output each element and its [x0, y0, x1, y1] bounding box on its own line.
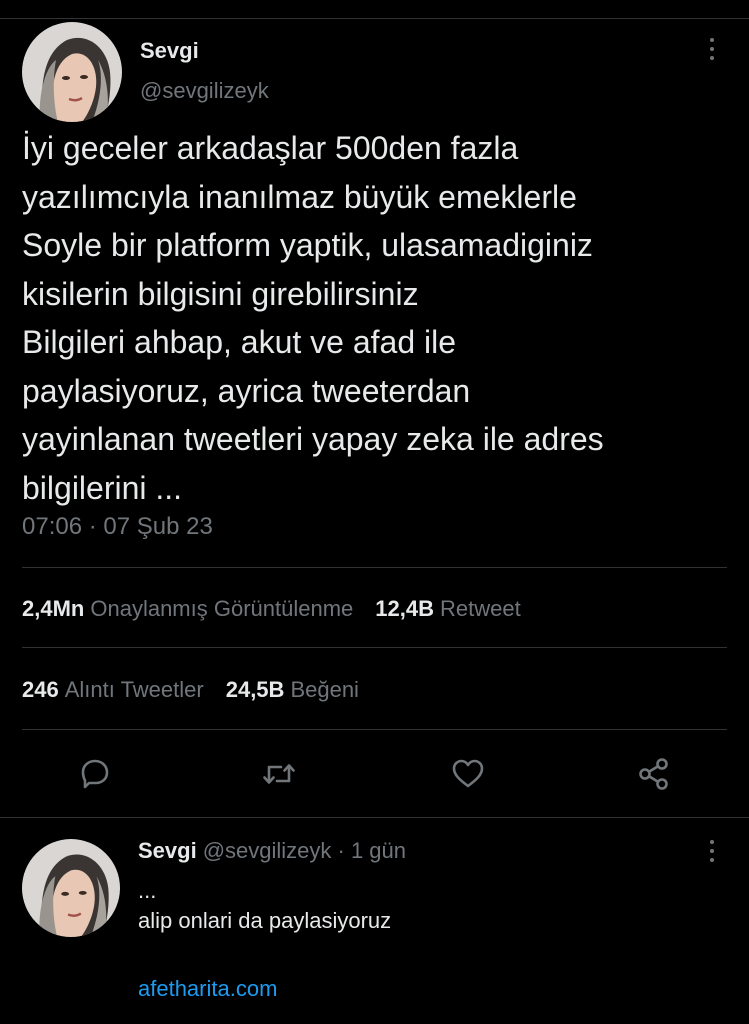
top-divider [0, 18, 749, 19]
tweet-text-line: Bilgileri ahbap, akut ve afad ile [22, 324, 457, 360]
quotes-label[interactable]: Alıntı Tweetler [65, 677, 204, 702]
tweet-timestamp[interactable]: 07:06 · 07 Şub 23 [22, 513, 213, 541]
like-icon[interactable] [450, 756, 486, 792]
tweet-text-line: kisilerin bilgisini girebilirsiniz [22, 275, 419, 312]
more-options-icon[interactable] [709, 38, 715, 60]
tweet-text-line: bilgilerini ... [22, 469, 183, 506]
avatar[interactable] [22, 22, 122, 122]
reply-handle-time[interactable]: @sevgilizeyk · 1 gün [203, 838, 406, 863]
quotes-count[interactable]: 246 [22, 677, 59, 702]
divider [22, 647, 727, 648]
reply-icon[interactable] [77, 756, 113, 792]
reply-text-line: ... [138, 878, 157, 903]
handle[interactable]: @sevgilizeyk [140, 78, 269, 104]
tweet-text-line: İyi geceler arkadaşlar 500den fazla [22, 130, 519, 166]
share-icon[interactable] [636, 756, 672, 792]
tweet-text-line: yazılımcıyla inanılmaz büyük emeklerle [22, 178, 577, 215]
retweets-label[interactable]: Retweet [440, 596, 521, 621]
reply-text-line: alip onlari da paylasiyoruz [138, 908, 392, 933]
divider [0, 817, 749, 818]
tweet-text-line: Soyle bir platform yaptik, ulasamadigini… [22, 227, 593, 263]
divider [22, 567, 727, 568]
stats-row-views-retweets: 2,4Mn Onaylanmış Görüntülenme 12,4B Retweet [22, 596, 543, 622]
display-name[interactable]: Sevgi [140, 38, 199, 64]
retweets-count[interactable]: 12,4B [375, 596, 434, 621]
reply-avatar[interactable] [22, 839, 120, 937]
tweet-text-line: paylasiyoruz, ayrica tweeterdan [22, 372, 471, 409]
tweet-text-line: yayinlanan tweetleri yapay zeka ile adre… [22, 421, 604, 457]
stats-row-quotes-likes: 246 Alıntı Tweetler 24,5B Beğeni [22, 677, 381, 703]
likes-label[interactable]: Beğeni [290, 677, 359, 702]
views-count: 2,4Mn [22, 596, 85, 621]
reply-link[interactable]: afetharita.com [138, 976, 277, 1002]
tweet-text: İyi geceler arkadaşlar 500den fazla yazı… [22, 124, 722, 512]
views-label: Onaylanmış Görüntülenme [90, 596, 354, 621]
reply-display-name[interactable]: Sevgi [138, 838, 197, 863]
retweet-icon[interactable] [261, 756, 297, 792]
reply-more-options-icon[interactable] [709, 840, 715, 862]
divider [22, 729, 727, 730]
likes-count[interactable]: 24,5B [226, 677, 285, 702]
reply-header: Sevgi @sevgilizeyk · 1 gün [138, 838, 406, 864]
